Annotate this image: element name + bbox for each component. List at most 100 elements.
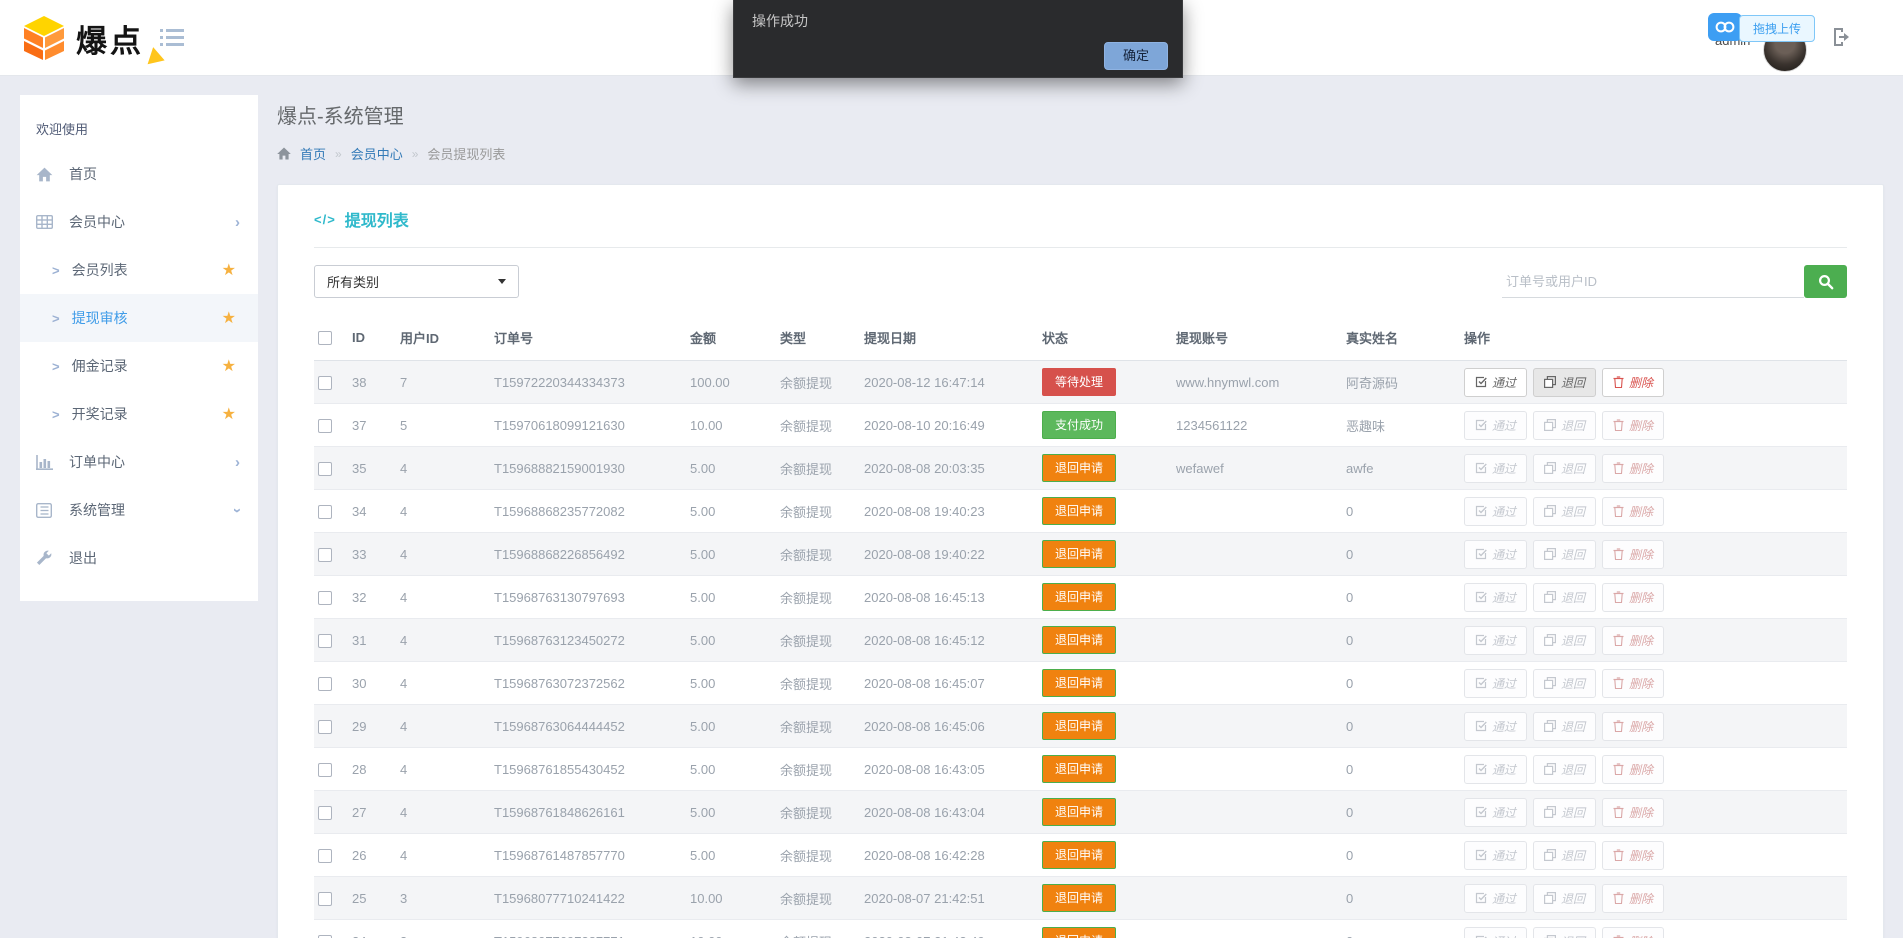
row-type: 余额提现: [776, 533, 860, 576]
sidebar-item-logout[interactable]: 退出: [20, 534, 258, 582]
return-button[interactable]: 退回: [1533, 755, 1596, 784]
star-icon[interactable]: ★: [222, 356, 236, 376]
row-order-no: T15968868226856492: [490, 533, 686, 576]
row-user-id: 4: [396, 834, 490, 877]
return-button[interactable]: 退回: [1533, 583, 1596, 612]
logout-icon[interactable]: [1831, 26, 1853, 48]
row-select-cell: [314, 877, 348, 920]
star-icon[interactable]: ★: [222, 260, 236, 280]
row-id: 25: [348, 877, 396, 920]
row-checkbox[interactable]: [318, 892, 332, 906]
sidebar-item-commission-records[interactable]: >佣金记录★: [20, 342, 258, 390]
row-checkbox[interactable]: [318, 462, 332, 476]
row-id: 27: [348, 791, 396, 834]
row-account: [1172, 619, 1342, 662]
row-checkbox[interactable]: [318, 677, 332, 691]
delete-button[interactable]: 删除: [1602, 798, 1664, 827]
star-icon[interactable]: ★: [222, 308, 236, 328]
return-icon: [1544, 591, 1556, 603]
sidebar-item-member-list[interactable]: >会员列表★: [20, 246, 258, 294]
breadcrumb-item[interactable]: 首页: [300, 144, 326, 163]
approve-button[interactable]: 通过: [1464, 454, 1527, 483]
dialog-confirm-button[interactable]: 确定: [1104, 42, 1168, 70]
row-select-cell: [314, 404, 348, 447]
column-header: 用户ID: [396, 318, 490, 361]
approve-button[interactable]: 通过: [1464, 497, 1527, 526]
row-checkbox[interactable]: [318, 763, 332, 777]
approve-button[interactable]: 通过: [1464, 927, 1527, 938]
return-button[interactable]: 退回: [1533, 368, 1596, 397]
return-button[interactable]: 退回: [1533, 841, 1596, 870]
select-all-checkbox[interactable]: [318, 331, 332, 345]
row-type: 余额提现: [776, 791, 860, 834]
approve-button[interactable]: 通过: [1464, 712, 1527, 741]
return-button[interactable]: 退回: [1533, 411, 1596, 440]
search-input[interactable]: [1502, 266, 1804, 298]
approve-button[interactable]: 通过: [1464, 841, 1527, 870]
row-user-id: 3: [396, 920, 490, 938]
delete-button[interactable]: 删除: [1602, 540, 1664, 569]
delete-button[interactable]: 删除: [1602, 626, 1664, 655]
row-checkbox[interactable]: [318, 505, 332, 519]
delete-button[interactable]: 删除: [1602, 927, 1664, 938]
menu-toggle-icon[interactable]: [160, 27, 184, 47]
table-controls: 所有类别: [314, 265, 1847, 298]
drag-upload-button[interactable]: 拖拽上传: [1739, 15, 1815, 42]
approve-button[interactable]: 通过: [1464, 368, 1527, 397]
row-checkbox[interactable]: [318, 849, 332, 863]
return-button[interactable]: 退回: [1533, 927, 1596, 938]
delete-button[interactable]: 删除: [1602, 841, 1664, 870]
approve-button[interactable]: 通过: [1464, 755, 1527, 784]
sidebar-item-lottery-records[interactable]: >开奖记录★: [20, 390, 258, 438]
delete-button[interactable]: 删除: [1602, 497, 1664, 526]
return-button[interactable]: 退回: [1533, 497, 1596, 526]
return-button[interactable]: 退回: [1533, 540, 1596, 569]
sidebar-item-withdraw-audit[interactable]: >提现审核★: [20, 294, 258, 342]
approve-button[interactable]: 通过: [1464, 884, 1527, 913]
approve-icon: [1475, 849, 1487, 861]
return-button[interactable]: 退回: [1533, 454, 1596, 483]
row-checkbox[interactable]: [318, 634, 332, 648]
return-icon: [1544, 892, 1556, 904]
cloud-upload-button[interactable]: [1708, 13, 1742, 41]
breadcrumb-item[interactable]: 会员中心: [351, 144, 403, 163]
row-checkbox[interactable]: [318, 548, 332, 562]
star-icon[interactable]: ★: [222, 404, 236, 424]
return-button[interactable]: 退回: [1533, 798, 1596, 827]
delete-button[interactable]: 删除: [1602, 368, 1664, 397]
delete-button[interactable]: 删除: [1602, 884, 1664, 913]
sidebar-item-member-center[interactable]: 会员中心›: [20, 198, 258, 246]
row-checkbox[interactable]: [318, 419, 332, 433]
row-actions-cell: 通过退回删除: [1460, 791, 1847, 834]
delete-button[interactable]: 删除: [1602, 755, 1664, 784]
search-button[interactable]: [1804, 265, 1847, 298]
row-account: [1172, 834, 1342, 877]
return-button[interactable]: 退回: [1533, 884, 1596, 913]
row-checkbox[interactable]: [318, 720, 332, 734]
sidebar-item-home[interactable]: 首页: [20, 150, 258, 198]
delete-button[interactable]: 删除: [1602, 712, 1664, 741]
approve-button[interactable]: 通过: [1464, 540, 1527, 569]
sidebar-item-order-center[interactable]: 订单中心›: [20, 438, 258, 486]
approve-button[interactable]: 通过: [1464, 626, 1527, 655]
approve-button[interactable]: 通过: [1464, 411, 1527, 440]
delete-button[interactable]: 删除: [1602, 583, 1664, 612]
category-select[interactable]: 所有类别: [314, 265, 519, 298]
return-button[interactable]: 退回: [1533, 626, 1596, 655]
return-button[interactable]: 退回: [1533, 712, 1596, 741]
row-checkbox[interactable]: [318, 806, 332, 820]
approve-button[interactable]: 通过: [1464, 669, 1527, 698]
return-button[interactable]: 退回: [1533, 669, 1596, 698]
row-checkbox[interactable]: [318, 376, 332, 390]
approve-button[interactable]: 通过: [1464, 583, 1527, 612]
delete-button[interactable]: 删除: [1602, 411, 1664, 440]
row-real-name: 0: [1342, 662, 1460, 705]
delete-button[interactable]: 删除: [1602, 669, 1664, 698]
delete-icon: [1613, 892, 1624, 904]
row-actions-cell: 通过退回删除: [1460, 920, 1847, 938]
sidebar-item-system-management[interactable]: 系统管理›: [20, 486, 258, 534]
delete-button[interactable]: 删除: [1602, 454, 1664, 483]
approve-button[interactable]: 通过: [1464, 798, 1527, 827]
row-checkbox[interactable]: [318, 591, 332, 605]
status-badge: 退回申请: [1042, 454, 1116, 482]
